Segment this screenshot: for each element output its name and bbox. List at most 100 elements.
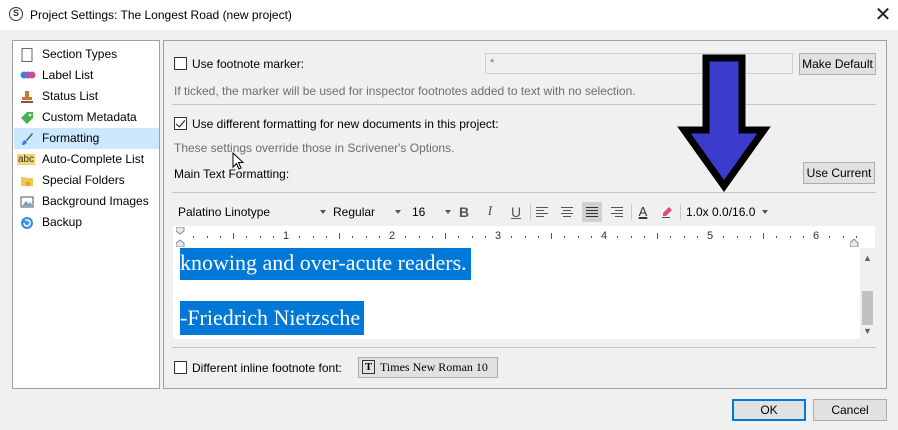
ruler-tick: [737, 236, 738, 238]
scrivener-logo-icon: S: [9, 7, 23, 21]
ruler-tick: [723, 236, 724, 238]
align-left-button[interactable]: [532, 202, 552, 222]
align-right-button[interactable]: [607, 202, 627, 222]
footnote-font-button[interactable]: T Times New Roman 10: [358, 357, 498, 378]
sidebar-item-label: Formatting: [42, 131, 100, 145]
scrollbar-thumb[interactable]: [862, 291, 873, 325]
folder-star-icon: [20, 174, 34, 187]
use-different-formatting-checkbox[interactable]: [174, 117, 187, 130]
ruler-tick: [750, 236, 751, 238]
ruler-tick: [366, 236, 367, 238]
ruler-tick: [644, 236, 645, 238]
align-justify-button[interactable]: [582, 202, 602, 222]
use-current-button[interactable]: Use Current: [803, 162, 875, 184]
sidebar-item-formatting[interactable]: Formatting: [14, 128, 159, 149]
divider: [172, 347, 876, 348]
ruler-tick: [207, 236, 208, 238]
formatting-preview-editor[interactable]: knowing and over-acute readers. -Friedri…: [173, 248, 875, 339]
ruler-tick: [578, 236, 579, 238]
ruler-tick: [803, 236, 804, 238]
document-icon: [20, 48, 34, 62]
font-family-select[interactable]: Palatino Linotype: [178, 202, 328, 222]
underline-button[interactable]: U: [506, 202, 526, 222]
ruler-tick: [352, 236, 353, 238]
ruler-tick: [511, 236, 512, 238]
right-margin-marker-icon[interactable]: [850, 239, 859, 247]
ruler-tick: [538, 236, 539, 238]
line-spacing-select[interactable]: 1.0x 0.0/16.0: [686, 202, 776, 222]
ruler-tick: [405, 236, 406, 238]
sidebar-item-custom-metadata[interactable]: Custom Metadata: [14, 107, 159, 128]
ruler-tick: [220, 236, 221, 238]
chevron-down-icon: [762, 210, 768, 214]
ok-button[interactable]: OK: [732, 399, 806, 421]
ruler-tick: [697, 236, 698, 238]
scroll-down-icon[interactable]: ▼: [860, 324, 875, 338]
font-style-select[interactable]: Regular: [333, 202, 405, 222]
sidebar-item-auto-complete-list[interactable]: abc Auto-Complete List: [14, 149, 159, 170]
use-footnote-marker-label: Use footnote marker:: [192, 57, 305, 71]
abc-icon: abc: [16, 154, 36, 165]
sidebar-item-label-list[interactable]: Label List: [14, 65, 159, 86]
indent-marker-icon[interactable]: [176, 227, 185, 247]
ruler-tick: [458, 236, 459, 238]
sidebar-item-status-list[interactable]: Status List: [14, 86, 159, 107]
ruler-tick: [339, 233, 340, 239]
ruler-tick: [193, 236, 194, 238]
down-arrow-annotation-icon: [677, 54, 771, 192]
editor-scrollbar[interactable]: ▲ ▼: [860, 248, 875, 339]
ruler-tick: [631, 236, 632, 238]
make-default-button[interactable]: Make Default: [799, 53, 876, 75]
ruler-tick: [472, 236, 473, 238]
ruler-tick: [525, 236, 526, 238]
ruler-tick: [763, 233, 764, 239]
ruler-number: 4: [601, 230, 608, 242]
stamp-icon: [20, 90, 34, 103]
close-icon[interactable]: ✕: [872, 2, 894, 26]
ruler-number: 1: [283, 230, 290, 242]
brush-icon: [20, 132, 34, 145]
ruler-tick: [273, 236, 274, 238]
preview-line: knowing and over-acute readers.: [180, 248, 471, 280]
settings-sidebar: Section Types Label List Status List Cus…: [12, 40, 160, 389]
text-color-button[interactable]: A: [633, 202, 653, 222]
different-inline-footnote-font-checkbox[interactable]: [174, 361, 187, 374]
different-inline-footnote-font-label: Different inline footnote font:: [192, 361, 342, 375]
ruler-tick: [233, 233, 234, 239]
ruler-tick: [657, 233, 658, 239]
scroll-up-icon[interactable]: ▲: [860, 251, 875, 265]
label-dots-icon: [20, 69, 36, 82]
font-family-value: Palatino Linotype: [178, 205, 271, 219]
use-footnote-marker-checkbox[interactable]: [174, 57, 187, 70]
footnote-marker-hint: If ticked, the marker will be used for i…: [174, 84, 636, 98]
cancel-button[interactable]: Cancel: [813, 399, 887, 421]
ruler-tick: [432, 236, 433, 238]
sidebar-item-section-types[interactable]: Section Types: [14, 44, 159, 65]
ruler-tick: [260, 236, 261, 238]
font-size-select[interactable]: 16: [412, 202, 454, 222]
ruler-tick: [670, 236, 671, 238]
ruler-tick: [776, 236, 777, 238]
ruler-tick: [684, 236, 685, 238]
image-icon: [20, 195, 34, 208]
sidebar-item-backup[interactable]: Backup: [14, 212, 159, 233]
sidebar-item-background-images[interactable]: Background Images: [14, 191, 159, 212]
sidebar-item-label: Status List: [42, 89, 99, 103]
ruler-number: 3: [495, 230, 502, 242]
backup-icon: [20, 216, 34, 229]
toolbar-separator: [680, 204, 681, 220]
ruler-tick: [551, 233, 552, 239]
ruler-number: 6: [813, 230, 820, 242]
chevron-down-icon: [395, 210, 401, 214]
italic-button[interactable]: I: [480, 202, 500, 222]
ruler-tick: [790, 236, 791, 238]
sidebar-item-special-folders[interactable]: Special Folders: [14, 170, 159, 191]
divider: [172, 192, 876, 193]
mouse-cursor-icon: [232, 152, 245, 170]
align-center-button[interactable]: [557, 202, 577, 222]
ruler-tick: [856, 236, 857, 238]
highlighter-icon[interactable]: [657, 202, 677, 222]
ruler[interactable]: 1 2 3 4 5 6: [173, 226, 875, 248]
ruler-tick: [299, 236, 300, 238]
bold-button[interactable]: B: [454, 202, 474, 222]
